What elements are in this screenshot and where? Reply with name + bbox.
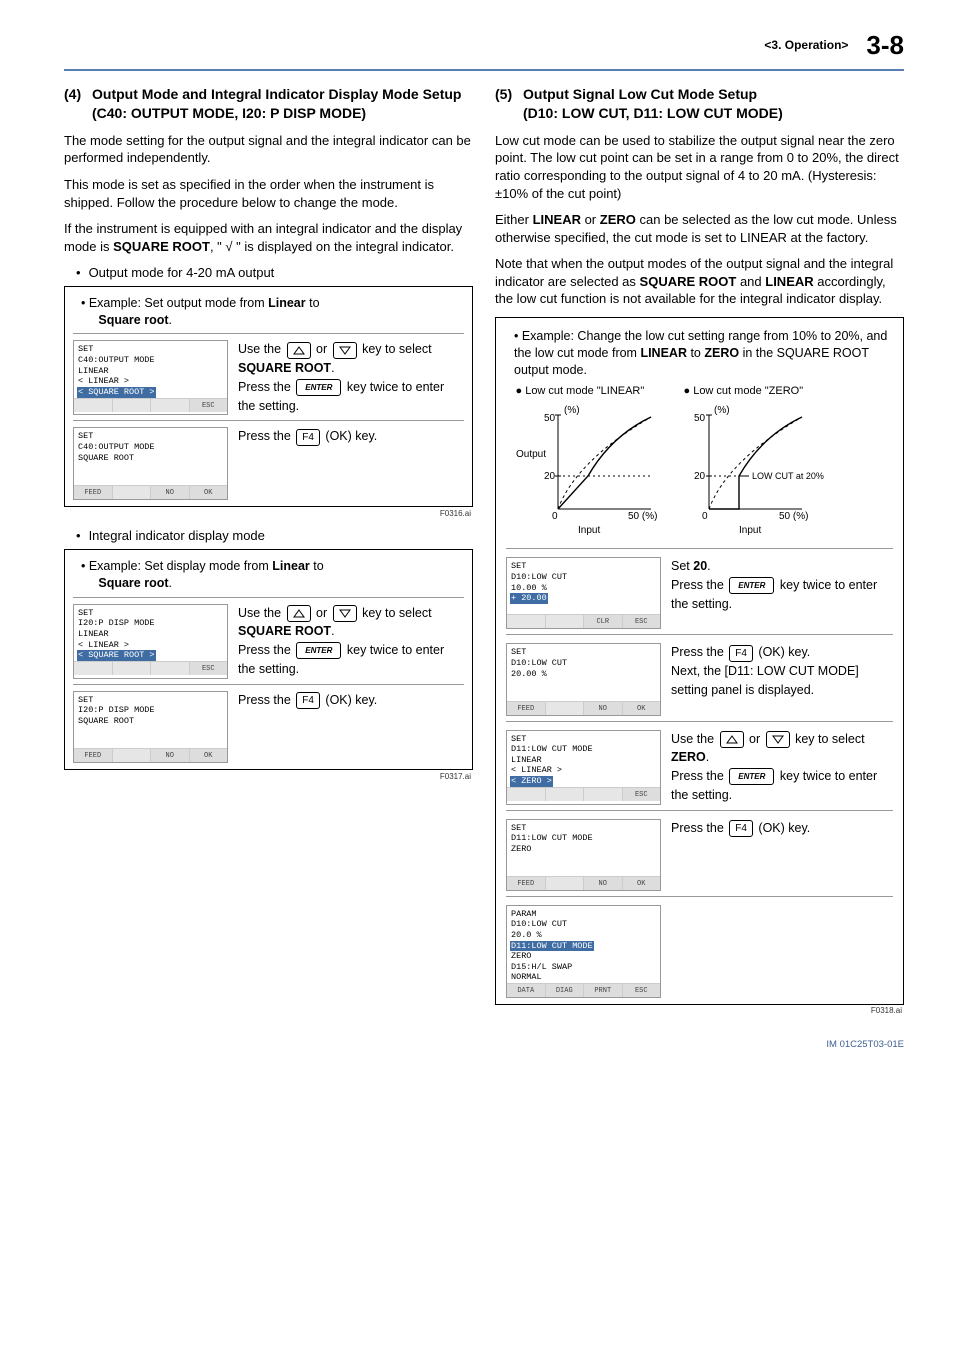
down-key-icon — [766, 731, 790, 748]
left-column: (4)Output Mode and Integral Indicator Di… — [64, 85, 473, 1025]
up-key-icon — [720, 731, 744, 748]
lcd-d11-select: SET D11:LOW CUT MODE LINEAR < LINEAR > <… — [506, 730, 661, 805]
up-key-icon — [287, 605, 311, 622]
svg-text:LOW CUT at 20%: LOW CUT at 20% — [752, 471, 824, 481]
page-header: <3. Operation> 3-8 — [64, 28, 904, 63]
doc-id: IM 01C25T03-01E — [826, 1039, 904, 1052]
lcd-c40-select: SET C40:OUTPUT MODE LINEAR < LINEAR > < … — [73, 340, 228, 415]
svg-text:(%): (%) — [564, 405, 580, 416]
down-key-icon — [333, 342, 357, 359]
f4-key-icon: F4 — [296, 692, 320, 709]
example-text: • Example: Change the low cut setting ra… — [514, 328, 893, 379]
lcd-d10-confirm: SET D10:LOW CUT 20.00 % FEED.NOOK — [506, 643, 661, 715]
svg-text:20: 20 — [694, 471, 706, 482]
svg-text:Input: Input — [739, 525, 761, 536]
instruction: Press the F4 (OK) key. — [238, 691, 464, 763]
down-key-icon — [333, 605, 357, 622]
svg-text:50: 50 — [694, 413, 706, 424]
instruction: Set 20. Press the ENTER key twice to ent… — [671, 557, 893, 629]
enter-key-icon: ENTER — [729, 577, 774, 594]
svg-text:Input: Input — [578, 525, 600, 536]
para: This mode is set as specified in the ord… — [64, 176, 473, 211]
svg-text:50: 50 — [544, 413, 556, 424]
graph-linear: ● Low cut mode "LINEAR" (%) 50 20 Output… — [516, 384, 666, 536]
para: Note that when the output modes of the o… — [495, 255, 904, 308]
right-column: (5)Output Signal Low Cut Mode Setup(D10:… — [495, 85, 904, 1025]
chart-linear-icon: (%) 50 20 Output 0 Input 50 (%) — [516, 401, 666, 536]
lcd-c40-confirm: SET C40:OUTPUT MODE SQUARE ROOT FEED.NOO… — [73, 427, 228, 499]
enter-key-icon: ENTER — [296, 642, 341, 659]
chart-zero-icon: (%) 50 20 0 Input 50 (%) — [684, 401, 884, 536]
lcd-i20-confirm: SET I20:P DISP MODE SQUARE ROOT FEED.NOO… — [73, 691, 228, 763]
lcd-d10-edit: SET D10:LOW CUT 10.00 % + 20.00 ..CLRESC — [506, 557, 661, 629]
f4-key-icon: F4 — [296, 429, 320, 446]
lcd-i20-select: SET I20:P DISP MODE LINEAR < LINEAR > < … — [73, 604, 228, 679]
para: Either LINEAR or ZERO can be selected as… — [495, 211, 904, 246]
f4-key-icon: F4 — [729, 645, 753, 662]
svg-text:0: 0 — [552, 511, 558, 522]
svg-text:Output: Output — [516, 449, 546, 460]
enter-key-icon: ENTER — [296, 379, 341, 396]
lcd-d11-confirm: SET D11:LOW CUT MODE ZERO FEED.NOOK — [506, 819, 661, 891]
instruction: Press the F4 (OK) key. Next, the [D11: L… — [671, 643, 893, 715]
svg-text:0: 0 — [702, 511, 708, 522]
instruction: Press the F4 (OK) key. — [238, 427, 464, 499]
bullet-display-mode: Integral indicator display mode — [76, 527, 473, 545]
f4-key-icon: F4 — [729, 820, 753, 837]
svg-text:50 (%): 50 (%) — [628, 511, 657, 522]
page-number: 3-8 — [866, 28, 904, 63]
figure-ref: F0318.ai — [495, 1006, 902, 1017]
bullet-output-mode: Output mode for 4-20 mA output — [76, 264, 473, 282]
example-text: • Example: Set output mode from Linear t… — [81, 295, 464, 329]
enter-key-icon: ENTER — [729, 768, 774, 785]
instruction: Press the F4 (OK) key. — [671, 819, 893, 891]
para: Low cut mode can be used to stabilize th… — [495, 132, 904, 202]
svg-text:20: 20 — [544, 471, 556, 482]
lcd-param-list: PARAM D10:LOW CUT 20.0 % D11:LOW CUT MOD… — [506, 905, 661, 998]
chapter-label: <3. Operation> — [764, 37, 848, 53]
svg-text:50 (%): 50 (%) — [779, 511, 808, 522]
up-key-icon — [287, 342, 311, 359]
graph-zero: ● Low cut mode "ZERO" (%) 50 20 0 Input … — [684, 384, 884, 536]
instruction: Use the or key to select SQUARE ROOT. Pr… — [238, 340, 464, 415]
para: If the instrument is equipped with an in… — [64, 220, 473, 255]
figure-output-mode: • Example: Set output mode from Linear t… — [64, 286, 473, 507]
instruction: Use the or key to select ZERO. Press the… — [671, 730, 893, 805]
para: The mode setting for the output signal a… — [64, 132, 473, 167]
header-rule — [64, 69, 904, 71]
figure-low-cut: • Example: Change the low cut setting ra… — [495, 317, 904, 1005]
instruction: Use the or key to select SQUARE ROOT. Pr… — [238, 604, 464, 679]
svg-text:(%): (%) — [714, 405, 730, 416]
figure-display-mode: • Example: Set display mode from Linear … — [64, 549, 473, 770]
figure-ref: F0317.ai — [64, 772, 471, 783]
page-footer: IM 01C25T03-01E — [64, 1039, 904, 1052]
section-5-heading: (5)Output Signal Low Cut Mode Setup(D10:… — [495, 85, 904, 123]
section-4-heading: (4)Output Mode and Integral Indicator Di… — [64, 85, 473, 123]
example-text: • Example: Set display mode from Linear … — [81, 558, 464, 592]
figure-ref: F0316.ai — [64, 509, 471, 520]
